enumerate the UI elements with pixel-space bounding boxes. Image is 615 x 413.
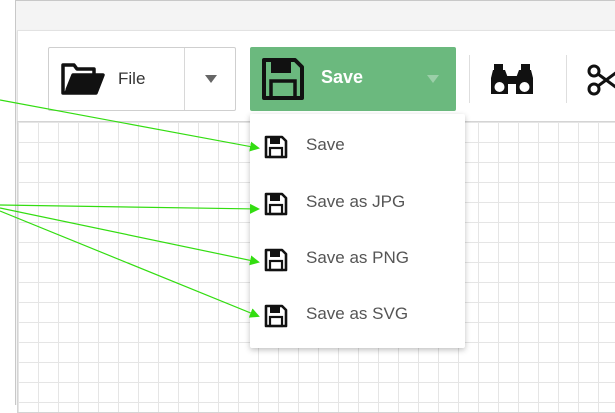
toolbar-separator	[566, 55, 567, 103]
floppy-disk-icon	[264, 135, 288, 164]
menu-item-save-as-jpg[interactable]: Save as JPG	[250, 174, 465, 231]
caret-down-icon	[204, 75, 217, 83]
menu-item-save-as-svg[interactable]: Save as SVG	[250, 286, 465, 343]
floppy-disk-icon	[264, 304, 288, 333]
floppy-disk-icon	[261, 57, 305, 106]
binoculars-icon	[489, 64, 535, 103]
toolbar-separator	[469, 55, 470, 103]
file-button[interactable]: File	[49, 48, 184, 110]
file-button-group: File	[48, 47, 236, 111]
save-button[interactable]: Save	[250, 47, 410, 111]
file-button-label: File	[118, 69, 146, 88]
cut-button[interactable]	[585, 47, 615, 111]
save-button-label: Save	[321, 67, 364, 87]
menu-item-label: Save	[306, 135, 345, 154]
menu-item-label: Save as PNG	[306, 248, 409, 267]
save-dropdown-toggle[interactable]	[410, 47, 456, 111]
menu-item-save-as-png[interactable]: Save as PNG	[250, 230, 465, 287]
menu-item-label: Save as JPG	[306, 192, 406, 211]
save-dropdown-menu: Save Save as JPG Save as PNG Save as SVG	[250, 114, 465, 348]
file-dropdown-toggle[interactable]	[184, 48, 236, 110]
menu-item-label: Save as SVG	[306, 304, 409, 323]
caret-down-icon	[427, 75, 439, 83]
floppy-disk-icon	[264, 248, 288, 277]
floppy-disk-icon	[264, 192, 288, 221]
save-button-group: Save	[250, 47, 456, 111]
menu-item-save[interactable]: Save	[250, 117, 465, 174]
find-button[interactable]	[478, 47, 548, 111]
folder-open-icon	[61, 60, 105, 103]
scissors-icon	[587, 64, 615, 101]
